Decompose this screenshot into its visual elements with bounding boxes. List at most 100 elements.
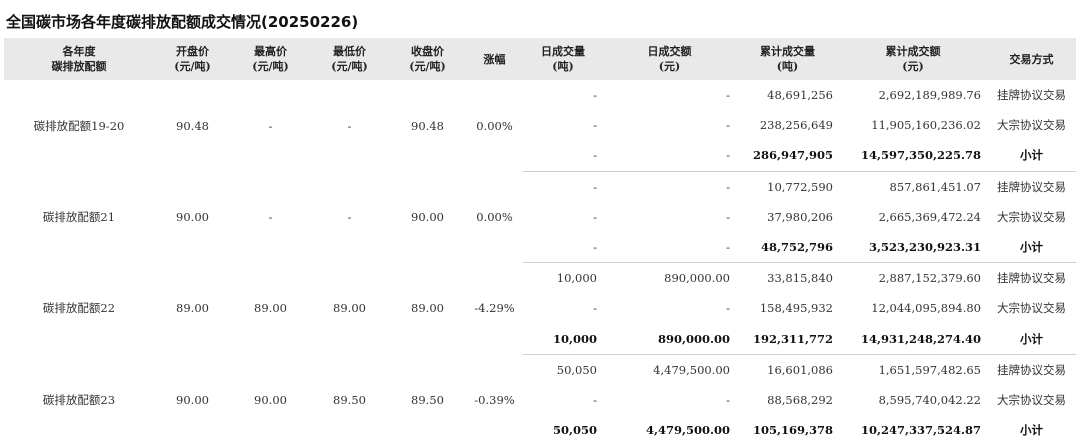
daily-volume-cell: 50,050 — [556, 362, 597, 377]
cum-amount-cell: 1,651,597,482.65 — [878, 362, 981, 377]
cum-amount-cell: 3,523,230,923.31 — [839, 231, 987, 264]
daily-volume-cell: - — [523, 231, 603, 264]
daily-amount-cell: 4,479,500.00 — [653, 362, 730, 377]
table-row: 碳排放配额22 89.00 89.00 89.00 89.00 -4.29% 1… — [4, 263, 1076, 315]
daily-volume-cell: 10,000 — [523, 323, 603, 355]
cum-volume-cell: 158,495,932 — [759, 301, 833, 316]
low-price-cell: 89.00 — [333, 301, 366, 316]
method-cell: 挂牌协议交易 — [997, 179, 1066, 194]
daily-volume-cell: - — [593, 118, 597, 133]
cum-amount-cell: 8,595,740,042.22 — [878, 392, 981, 407]
change-cell: 0.00% — [476, 209, 513, 224]
daily-volume-cell: 50,050 — [552, 423, 597, 438]
method-cell: 大宗协议交易 — [997, 209, 1066, 224]
cum-volume-cell: 37,980,206 — [767, 209, 833, 224]
cum-volume-cell: 192,311,772 — [736, 323, 839, 355]
method-cell: 挂牌协议交易 — [997, 88, 1066, 103]
col-header-cum-volume: 累计成交量 (吨) — [736, 38, 839, 80]
method-cell: 大宗协议交易 — [997, 392, 1066, 407]
change-cell: -4.29% — [474, 301, 515, 316]
daily-amount-cell: - — [726, 209, 730, 224]
method-cell: 小计 — [1020, 423, 1043, 438]
open-price-cell: 90.00 — [176, 209, 209, 224]
cum-volume-cell: 105,169,378 — [752, 423, 833, 438]
close-price-cell: 89.50 — [411, 392, 444, 407]
col-header-method: 交易方式 — [987, 38, 1076, 80]
low-price-cell: - — [347, 209, 352, 224]
daily-volume-cell: - — [593, 209, 597, 224]
daily-volume-cell: - — [523, 140, 603, 172]
change-cell: -0.39% — [474, 392, 515, 407]
table-row: 碳排放配额23 90.00 90.00 89.50 89.50 -0.39% 5… — [4, 354, 1076, 407]
cum-amount-cell: 12,044,095,894.80 — [871, 301, 981, 316]
table-row: 碳排放配额21 90.00 - - 90.00 0.00% - - 10,772… — [4, 171, 1076, 224]
col-header-daily-amount: 日成交额 (元) — [603, 38, 736, 80]
quota-name-cell: 碳排放配额22 — [42, 301, 116, 316]
low-price-cell: 89.50 — [333, 392, 366, 407]
daily-volume-cell: - — [593, 301, 597, 316]
col-header-cum-amount: 累计成交额 (元) — [839, 38, 987, 80]
cum-volume-cell: 10,772,590 — [767, 179, 833, 194]
col-header-high: 最高价 (元/吨) — [231, 38, 310, 80]
col-header-close: 收盘价 (元/吨) — [389, 38, 466, 80]
close-price-cell: 90.48 — [411, 118, 444, 133]
cum-volume-cell: 238,256,649 — [759, 118, 833, 133]
table-row: 碳排放配额19-20 90.48 - - 90.48 0.00% - - 48,… — [4, 80, 1076, 132]
quota-name-cell: 碳排放配额23 — [42, 392, 116, 407]
open-price-cell: 90.00 — [176, 392, 209, 407]
high-price-cell: 89.00 — [254, 301, 287, 316]
low-price-cell: - — [347, 118, 352, 133]
table-header-row: 各年度 碳排放配额 开盘价 (元/吨) 最高价 (元/吨) 最低价 (元/吨) 收盘价(… — [4, 38, 1076, 80]
daily-amount-cell: - — [603, 231, 736, 264]
method-cell: 大宗协议交易 — [997, 118, 1066, 133]
method-cell: 挂牌协议交易 — [997, 271, 1066, 286]
close-price-cell: 90.00 — [411, 209, 444, 224]
cum-volume-cell: 33,815,840 — [767, 271, 833, 286]
cum-amount-cell: 2,665,369,472.24 — [878, 209, 981, 224]
cum-amount-cell: 10,247,337,524.87 — [860, 423, 981, 438]
method-cell: 小计 — [987, 231, 1076, 264]
quota-name-cell: 碳排放配额19-20 — [33, 118, 125, 133]
cum-amount-cell: 857,861,451.07 — [889, 179, 981, 194]
open-price-cell: 90.48 — [176, 118, 209, 133]
cum-volume-cell: 16,601,086 — [767, 362, 833, 377]
col-header-daily-volume: 日成交量 (吨) — [523, 38, 603, 80]
daily-amount-cell: 4,479,500.00 — [645, 423, 730, 438]
cum-volume-cell: 48,691,256 — [767, 88, 833, 103]
cum-volume-cell: 48,752,796 — [736, 231, 839, 264]
daily-amount-cell: - — [726, 88, 730, 103]
method-cell: 小计 — [987, 323, 1076, 355]
daily-volume-cell: - — [593, 392, 597, 407]
method-cell: 挂牌协议交易 — [997, 362, 1066, 377]
daily-amount-cell: 890,000.00 — [664, 271, 730, 286]
col-header-year: 各年度 碳排放配额 — [4, 38, 154, 80]
col-header-low: 最低价 (元/吨) — [310, 38, 389, 80]
daily-amount-cell: 890,000.00 — [603, 323, 736, 355]
cum-amount-cell: 14,931,248,274.40 — [839, 323, 987, 355]
daily-volume-cell: - — [593, 88, 597, 103]
carbon-quota-table: 各年度 碳排放配额 开盘价 (元/吨) 最高价 (元/吨) 最低价 (元/吨) 收盘价(… — [4, 38, 1076, 445]
daily-amount-cell: - — [726, 179, 730, 194]
cum-amount-cell: 2,692,189,989.76 — [878, 88, 981, 103]
quota-name-cell: 碳排放配额21 — [42, 209, 116, 224]
daily-amount-cell: - — [726, 118, 730, 133]
col-header-change: 涨幅 — [466, 38, 523, 80]
method-cell: 大宗协议交易 — [997, 301, 1066, 316]
daily-volume-cell: 10,000 — [556, 271, 597, 286]
cum-amount-cell: 14,597,350,225.78 — [839, 140, 987, 172]
method-cell: 小计 — [987, 140, 1076, 172]
change-cell: 0.00% — [476, 118, 513, 133]
cum-volume-cell: 286,947,905 — [736, 140, 839, 172]
close-price-cell: 89.00 — [411, 301, 444, 316]
daily-amount-cell: - — [726, 392, 730, 407]
cum-volume-cell: 88,568,292 — [767, 392, 833, 407]
open-price-cell: 89.00 — [176, 301, 209, 316]
col-header-open: 开盘价 (元/吨) — [154, 38, 231, 80]
page-title: 全国碳市场各年度碳排放配额成交情况(20250226) — [6, 13, 359, 31]
high-price-cell: - — [268, 209, 273, 224]
cum-amount-cell: 11,905,160,236.02 — [871, 118, 981, 133]
cum-amount-cell: 2,887,152,379.60 — [878, 271, 981, 286]
high-price-cell: 90.00 — [254, 392, 287, 407]
daily-amount-cell: - — [603, 140, 736, 172]
daily-volume-cell: - — [593, 179, 597, 194]
